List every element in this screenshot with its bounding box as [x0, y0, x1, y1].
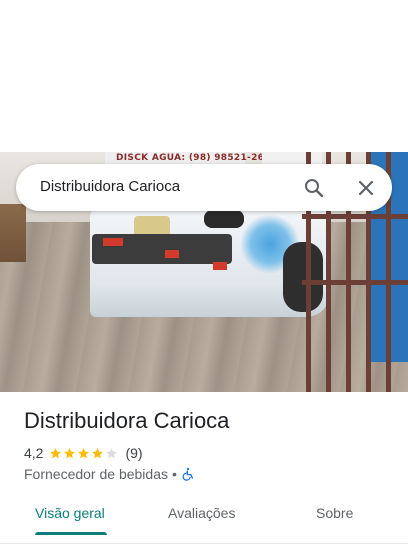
place-tabs: Visão geral Avaliações Sobre	[0, 496, 408, 544]
search-input[interactable]: Distribuidora Carioca	[40, 178, 180, 195]
photo-truck-lamp	[103, 238, 123, 246]
rating-stars	[49, 447, 119, 460]
rating-row[interactable]: 4,2 (9)	[24, 444, 143, 462]
category-row: Fornecedor de bebidas •	[24, 465, 195, 483]
gate-rail	[302, 280, 408, 285]
tab-about[interactable]: Sobre	[316, 505, 353, 521]
star-icon	[50, 447, 62, 458]
search-bar[interactable]: Distribuidora Carioca	[16, 164, 392, 211]
wheelchair-icon	[182, 467, 193, 481]
photo-truck-spare	[204, 210, 244, 228]
photo-stool	[0, 204, 26, 262]
rating-value: 4,2	[24, 445, 44, 461]
review-count[interactable]: (9)	[125, 445, 142, 461]
search-icon[interactable]	[302, 176, 326, 200]
separator-dot: •	[172, 466, 177, 482]
place-title: Distribuidora Carioca	[24, 408, 230, 433]
place-category: Fornecedor de bebidas	[24, 466, 168, 482]
star-icon	[64, 447, 76, 458]
photo-truck-lamp	[165, 250, 179, 258]
star-icon	[78, 447, 90, 458]
map-blank-area	[0, 0, 408, 152]
photo-sign-text: DISCK AGUA: (98) 98521-2677	[116, 153, 278, 163]
active-tab-indicator	[35, 532, 107, 535]
close-icon[interactable]	[354, 176, 378, 200]
star-icon	[92, 447, 104, 458]
tab-overview[interactable]: Visão geral	[35, 505, 105, 521]
gate-rail	[302, 214, 408, 219]
tab-reviews[interactable]: Avaliações	[168, 505, 235, 521]
star-icon	[106, 447, 118, 458]
photo-truck-lamp	[213, 262, 227, 270]
